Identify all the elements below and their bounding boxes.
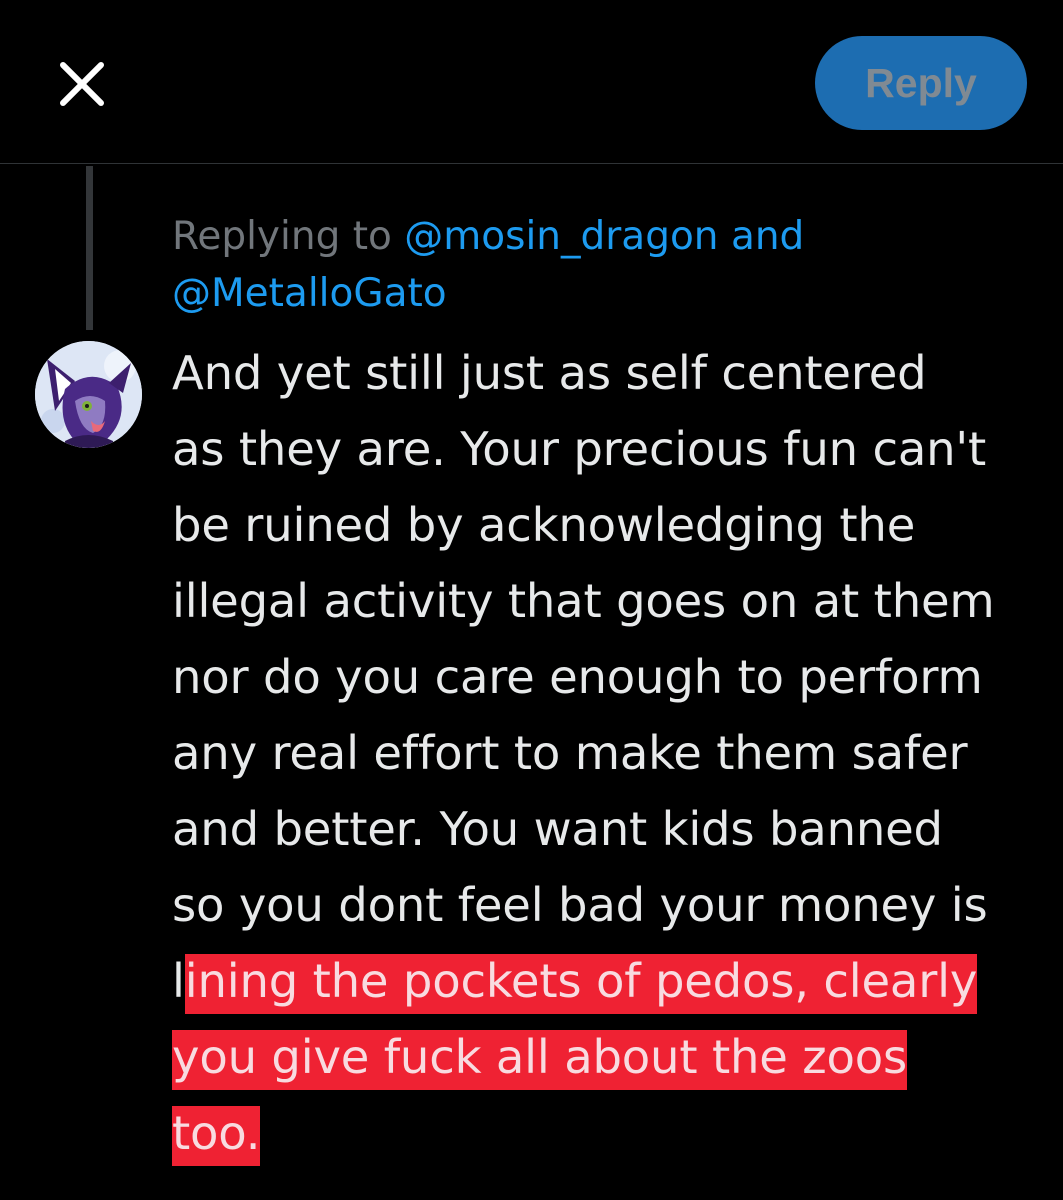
close-icon[interactable] (52, 54, 112, 114)
mention-link-mosin-dragon[interactable]: @mosin_dragon (404, 214, 718, 259)
replying-to-context: Replying to @mosin_dragon and @MetalloGa… (172, 208, 1032, 322)
tweet-line: be ruined by acknowledging the (172, 498, 916, 552)
tweet-line: as they are. Your precious fun can't (172, 422, 986, 476)
mention-conjunction[interactable]: and (731, 214, 804, 259)
reply-button[interactable]: Reply (815, 36, 1027, 130)
thread-connector-line (86, 166, 93, 330)
mention-link-metallogato[interactable]: @MetalloGato (172, 271, 447, 316)
highlighted-text: you give fuck all about the zoos (172, 1030, 907, 1090)
tweet-line: you give fuck all about the zoos (172, 1019, 1042, 1095)
tweet-line: And yet still just as self centered (172, 346, 927, 400)
tweet-line: nor do you care enough to perform (172, 650, 983, 704)
replying-to-label: Replying to (172, 214, 392, 259)
highlighted-text: ining the pockets of pedos, clearly (184, 954, 977, 1014)
tweet-line: illegal activity that goes on at them (172, 574, 995, 628)
tweet-line: too. (172, 1095, 1042, 1171)
highlighted-text: too. (172, 1106, 260, 1166)
tweet-text: And yet still just as self centered as t… (172, 335, 1042, 1171)
tweet-line: any real effort to make them safer (172, 726, 968, 780)
tweet-line: lining the pockets of pedos, clearly (172, 943, 1042, 1019)
tweet-line: and better. You want kids banned (172, 802, 943, 856)
compose-header: Reply (0, 0, 1063, 164)
avatar[interactable] (35, 341, 142, 448)
furry-avatar-icon (35, 341, 142, 448)
tweet-line: so you dont feel bad your money is (172, 878, 988, 932)
tweet-text-plain: l (172, 954, 185, 1008)
close-button[interactable] (52, 54, 112, 114)
